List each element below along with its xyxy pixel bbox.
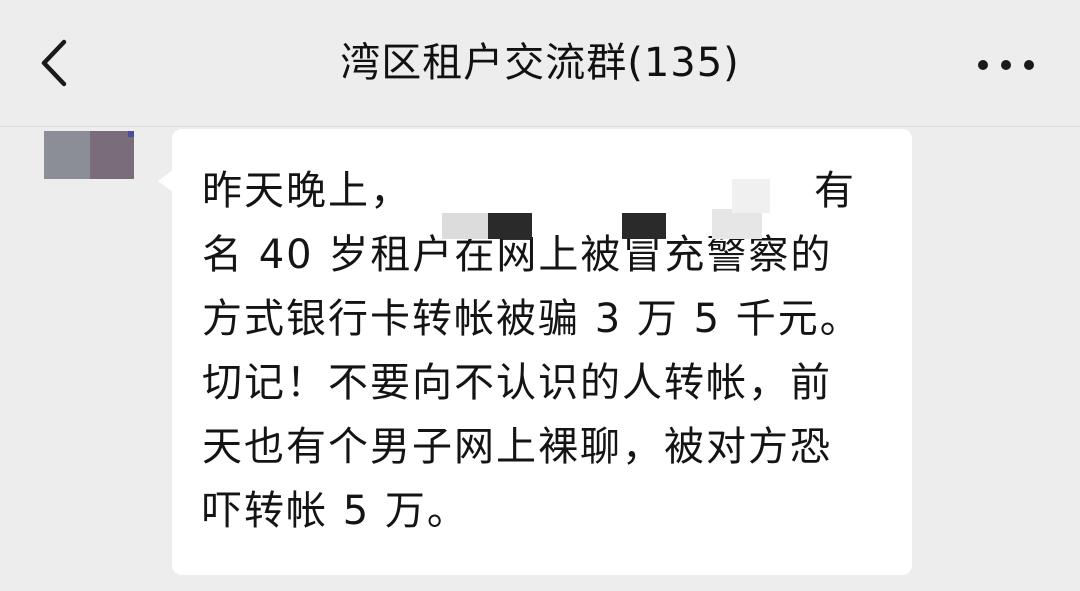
avatar-pixel xyxy=(90,131,134,179)
more-horizontal-icon xyxy=(978,60,1034,70)
message-bubble[interactable]: 昨天晚上， 有 名 40 岁租户在网上被冒充警察的 方式银行卡转帐被骗 3 万 … xyxy=(172,129,912,575)
nav-bar: 湾区租户交流群(135) xyxy=(0,0,1080,127)
avatar[interactable] xyxy=(44,131,134,179)
chevron-left-icon xyxy=(41,39,67,87)
message-line-1-tail: 有 xyxy=(814,168,856,214)
message-line-6: 吓转帐 5 万。 xyxy=(202,488,469,534)
redaction-pixel xyxy=(732,179,770,213)
message-line-3: 方式银行卡转帐被骗 3 万 5 千元。 xyxy=(202,296,862,342)
chat-screen: 湾区租户交流群(135) 昨天晚上， 有 名 40 岁租户在网上被冒充警察的 方… xyxy=(0,0,1080,591)
back-button[interactable] xyxy=(30,28,90,98)
redaction-pixel xyxy=(622,213,666,239)
redaction-pixel xyxy=(442,213,488,239)
redaction-pixel xyxy=(712,209,762,239)
message-row: 昨天晚上， 有 名 40 岁租户在网上被冒充警察的 方式银行卡转帐被骗 3 万 … xyxy=(0,127,1080,591)
avatar-pixel xyxy=(128,131,134,137)
message-line-1-start: 昨天晚上， xyxy=(202,168,412,214)
message-line-5: 天也有个男子网上裸聊，被对方恐 xyxy=(202,424,832,470)
message-line-4: 切记！不要向不认识的人转帐，前 xyxy=(202,360,832,406)
chat-title: 湾区租户交流群(135) xyxy=(340,40,740,86)
redaction-pixel xyxy=(488,213,532,239)
avatar-pixel xyxy=(44,131,90,179)
more-options-button[interactable] xyxy=(966,40,1046,90)
